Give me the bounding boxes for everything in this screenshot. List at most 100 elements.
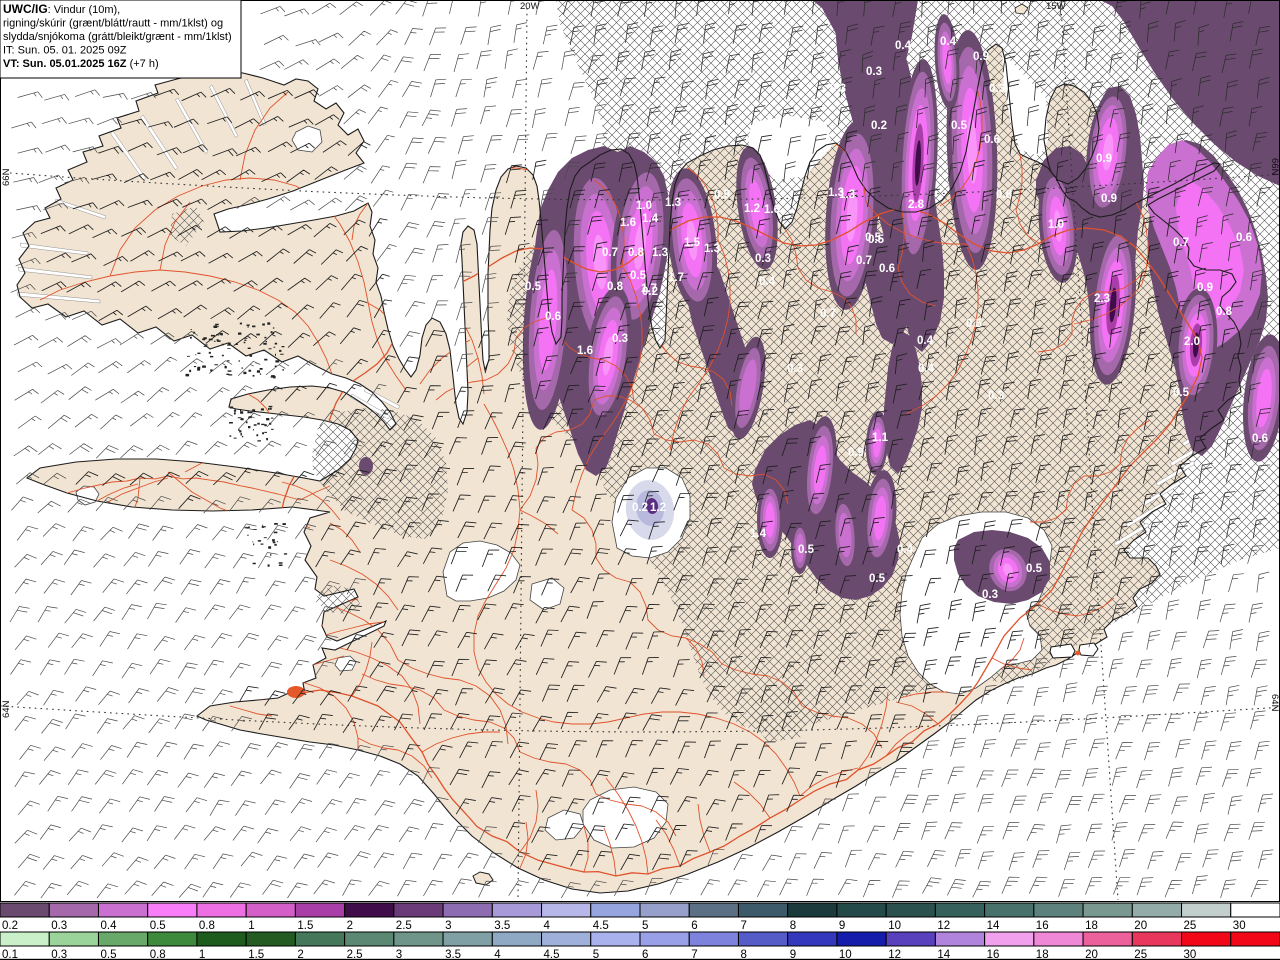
svg-text:0.9: 0.9 bbox=[1101, 193, 1117, 205]
svg-text:UWC/IG: Vindur (10m),: UWC/IG: Vindur (10m), bbox=[3, 2, 120, 16]
svg-text:0.5: 0.5 bbox=[1173, 387, 1190, 399]
svg-text:0.5: 0.5 bbox=[150, 920, 166, 932]
svg-text:64N: 64N bbox=[1, 700, 12, 718]
svg-text:0.6: 0.6 bbox=[1236, 232, 1252, 244]
svg-text:0.3: 0.3 bbox=[830, 83, 846, 95]
svg-text:2: 2 bbox=[347, 920, 353, 932]
svg-text:0.6: 0.6 bbox=[879, 263, 895, 275]
svg-text:1.7: 1.7 bbox=[668, 272, 684, 284]
svg-text:12: 12 bbox=[888, 949, 901, 960]
svg-text:0.8: 0.8 bbox=[150, 949, 166, 960]
svg-text:0.9: 0.9 bbox=[1096, 153, 1112, 165]
svg-text:0.3: 0.3 bbox=[612, 333, 628, 345]
svg-text:4: 4 bbox=[494, 949, 501, 960]
svg-text:0.2: 0.2 bbox=[871, 120, 887, 132]
svg-text:0.8: 0.8 bbox=[199, 920, 215, 932]
svg-text:0.2: 0.2 bbox=[2, 920, 18, 932]
svg-text:0.6: 0.6 bbox=[545, 311, 561, 323]
svg-text:1.2: 1.2 bbox=[650, 502, 666, 514]
svg-text:0.3: 0.3 bbox=[51, 949, 67, 960]
svg-text:10: 10 bbox=[839, 949, 852, 960]
svg-text:2.0: 2.0 bbox=[1184, 336, 1200, 348]
svg-text:1.3: 1.3 bbox=[828, 187, 844, 199]
svg-text:25: 25 bbox=[1134, 949, 1147, 960]
svg-text:1: 1 bbox=[248, 920, 254, 932]
svg-text:12: 12 bbox=[937, 920, 950, 932]
svg-text:30: 30 bbox=[1184, 949, 1197, 960]
svg-text:1.3: 1.3 bbox=[704, 243, 720, 255]
svg-text:0.5: 0.5 bbox=[798, 544, 815, 556]
svg-text:0.5: 0.5 bbox=[865, 232, 882, 244]
svg-text:9: 9 bbox=[839, 920, 845, 932]
svg-text:0.8: 0.8 bbox=[628, 247, 645, 259]
svg-text:0.3: 0.3 bbox=[988, 390, 1004, 402]
svg-text:64N: 64N bbox=[1269, 694, 1280, 712]
svg-text:0.9: 0.9 bbox=[973, 51, 989, 63]
svg-text:0.4: 0.4 bbox=[897, 544, 914, 556]
svg-text:5: 5 bbox=[593, 949, 599, 960]
svg-text:5: 5 bbox=[642, 920, 648, 932]
svg-text:1.6: 1.6 bbox=[577, 345, 593, 357]
svg-text:15W: 15W bbox=[1046, 1, 1066, 12]
svg-text:8: 8 bbox=[741, 949, 747, 960]
svg-text:0.8: 0.8 bbox=[1216, 306, 1233, 318]
svg-text:1.2: 1.2 bbox=[744, 203, 760, 215]
svg-text:1.0: 1.0 bbox=[1048, 219, 1064, 231]
svg-text:7: 7 bbox=[741, 920, 747, 932]
svg-text:0.4: 0.4 bbox=[895, 40, 912, 52]
svg-text:14: 14 bbox=[987, 920, 1000, 932]
svg-text:18: 18 bbox=[1085, 920, 1098, 932]
svg-text:0.2: 0.2 bbox=[642, 286, 658, 298]
svg-text:16: 16 bbox=[1036, 920, 1049, 932]
svg-text:0.8: 0.8 bbox=[996, 189, 1013, 201]
svg-text:1: 1 bbox=[199, 949, 205, 960]
svg-text:0.4: 0.4 bbox=[940, 36, 957, 48]
svg-text:VT: Sun. 05.01.2025 16Z (+7 h): VT: Sun. 05.01.2025 16Z (+7 h) bbox=[3, 58, 159, 70]
svg-text:0.3: 0.3 bbox=[51, 920, 67, 932]
svg-text:1.4: 1.4 bbox=[750, 528, 767, 540]
svg-text:0.5: 0.5 bbox=[101, 949, 117, 960]
svg-text:2.8: 2.8 bbox=[908, 199, 925, 211]
svg-text:1.3: 1.3 bbox=[652, 247, 668, 259]
svg-text:0.5: 0.5 bbox=[630, 270, 647, 282]
svg-text:1.6: 1.6 bbox=[620, 217, 636, 229]
svg-text:0.5: 0.5 bbox=[966, 318, 983, 330]
svg-text:3: 3 bbox=[445, 920, 451, 932]
svg-text:0.5: 0.5 bbox=[951, 120, 968, 132]
svg-text:3.5: 3.5 bbox=[445, 949, 461, 960]
svg-text:18: 18 bbox=[1036, 949, 1049, 960]
svg-text:0.7: 0.7 bbox=[820, 308, 836, 320]
svg-text:1.5: 1.5 bbox=[297, 920, 313, 932]
svg-text:3: 3 bbox=[396, 949, 402, 960]
svg-text:66N: 66N bbox=[1, 168, 12, 186]
svg-text:10: 10 bbox=[888, 920, 901, 932]
svg-text:1.5: 1.5 bbox=[684, 237, 701, 249]
svg-text:0.3: 0.3 bbox=[866, 66, 882, 78]
svg-text:0.3: 0.3 bbox=[982, 589, 998, 601]
svg-text:0.9: 0.9 bbox=[714, 189, 730, 201]
svg-text:0.5: 0.5 bbox=[869, 573, 886, 585]
svg-text:2: 2 bbox=[297, 949, 303, 960]
svg-text:0.3: 0.3 bbox=[755, 253, 771, 265]
svg-text:0.4: 0.4 bbox=[918, 363, 935, 375]
svg-text:0.5: 0.5 bbox=[1026, 563, 1043, 575]
svg-text:1.3: 1.3 bbox=[665, 197, 681, 209]
svg-text:1.1: 1.1 bbox=[872, 432, 889, 444]
svg-text:20: 20 bbox=[1085, 949, 1098, 960]
svg-text:3.5: 3.5 bbox=[494, 920, 510, 932]
svg-text:0.7: 0.7 bbox=[602, 247, 618, 259]
svg-text:20: 20 bbox=[1134, 920, 1147, 932]
svg-text:0.4: 0.4 bbox=[917, 335, 934, 347]
svg-text:2.3: 2.3 bbox=[1094, 293, 1110, 305]
svg-text:0.4: 0.4 bbox=[101, 920, 118, 932]
svg-text:4.5: 4.5 bbox=[593, 920, 609, 932]
svg-text:14: 14 bbox=[937, 949, 950, 960]
svg-text:0.6: 0.6 bbox=[984, 134, 1000, 146]
svg-text:9: 9 bbox=[790, 949, 796, 960]
svg-text:0.1: 0.1 bbox=[2, 949, 18, 960]
svg-text:25: 25 bbox=[1184, 920, 1197, 932]
svg-text:1.4: 1.4 bbox=[642, 213, 659, 225]
svg-text:66N: 66N bbox=[1269, 158, 1280, 176]
svg-text:6: 6 bbox=[642, 949, 648, 960]
svg-text:16: 16 bbox=[987, 949, 1000, 960]
